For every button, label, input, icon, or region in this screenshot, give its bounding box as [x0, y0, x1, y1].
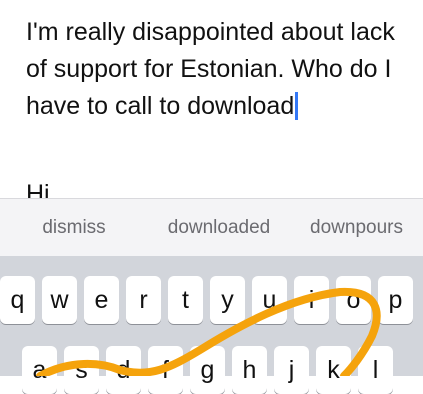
- message-line-3-text: have to call to download: [26, 92, 295, 120]
- suggestion-bar: dismiss downloaded downpours: [0, 198, 423, 256]
- key-q[interactable]: q: [0, 276, 35, 324]
- message-text-area[interactable]: I'm really disappointed about lack of su…: [0, 0, 423, 198]
- cut-off-text-line: Hi: [26, 180, 50, 198]
- key-s[interactable]: s: [64, 346, 99, 394]
- key-k[interactable]: k: [316, 346, 351, 394]
- key-t[interactable]: t: [168, 276, 203, 324]
- suggestion-dismiss[interactable]: dismiss: [0, 217, 148, 239]
- key-o[interactable]: o: [336, 276, 371, 324]
- key-g[interactable]: g: [190, 346, 225, 394]
- suggestion-downloaded[interactable]: downloaded: [148, 217, 290, 239]
- key-a[interactable]: a: [22, 346, 57, 394]
- key-l[interactable]: l: [358, 346, 393, 394]
- message-line-2: of support for Estonian. Who do I: [26, 55, 392, 83]
- key-u[interactable]: u: [252, 276, 287, 324]
- key-r[interactable]: r: [126, 276, 161, 324]
- key-j[interactable]: j: [274, 346, 309, 394]
- key-p[interactable]: p: [378, 276, 413, 324]
- key-y[interactable]: y: [210, 276, 245, 324]
- message-line-1: I'm really disappointed about lack: [26, 18, 395, 46]
- key-h[interactable]: h: [232, 346, 267, 394]
- message-text: I'm really disappointed about lack of su…: [26, 14, 416, 125]
- text-cursor: [295, 92, 298, 120]
- key-f[interactable]: f: [148, 346, 183, 394]
- key-i[interactable]: i: [294, 276, 329, 324]
- suggestion-downpours[interactable]: downpours: [290, 217, 423, 239]
- message-line-3: have to call to download: [26, 88, 416, 125]
- keyboard: q w e r t y u i o p a s d f g h j k l: [0, 256, 423, 394]
- key-d[interactable]: d: [106, 346, 141, 394]
- key-e[interactable]: e: [84, 276, 119, 324]
- key-w[interactable]: w: [42, 276, 77, 324]
